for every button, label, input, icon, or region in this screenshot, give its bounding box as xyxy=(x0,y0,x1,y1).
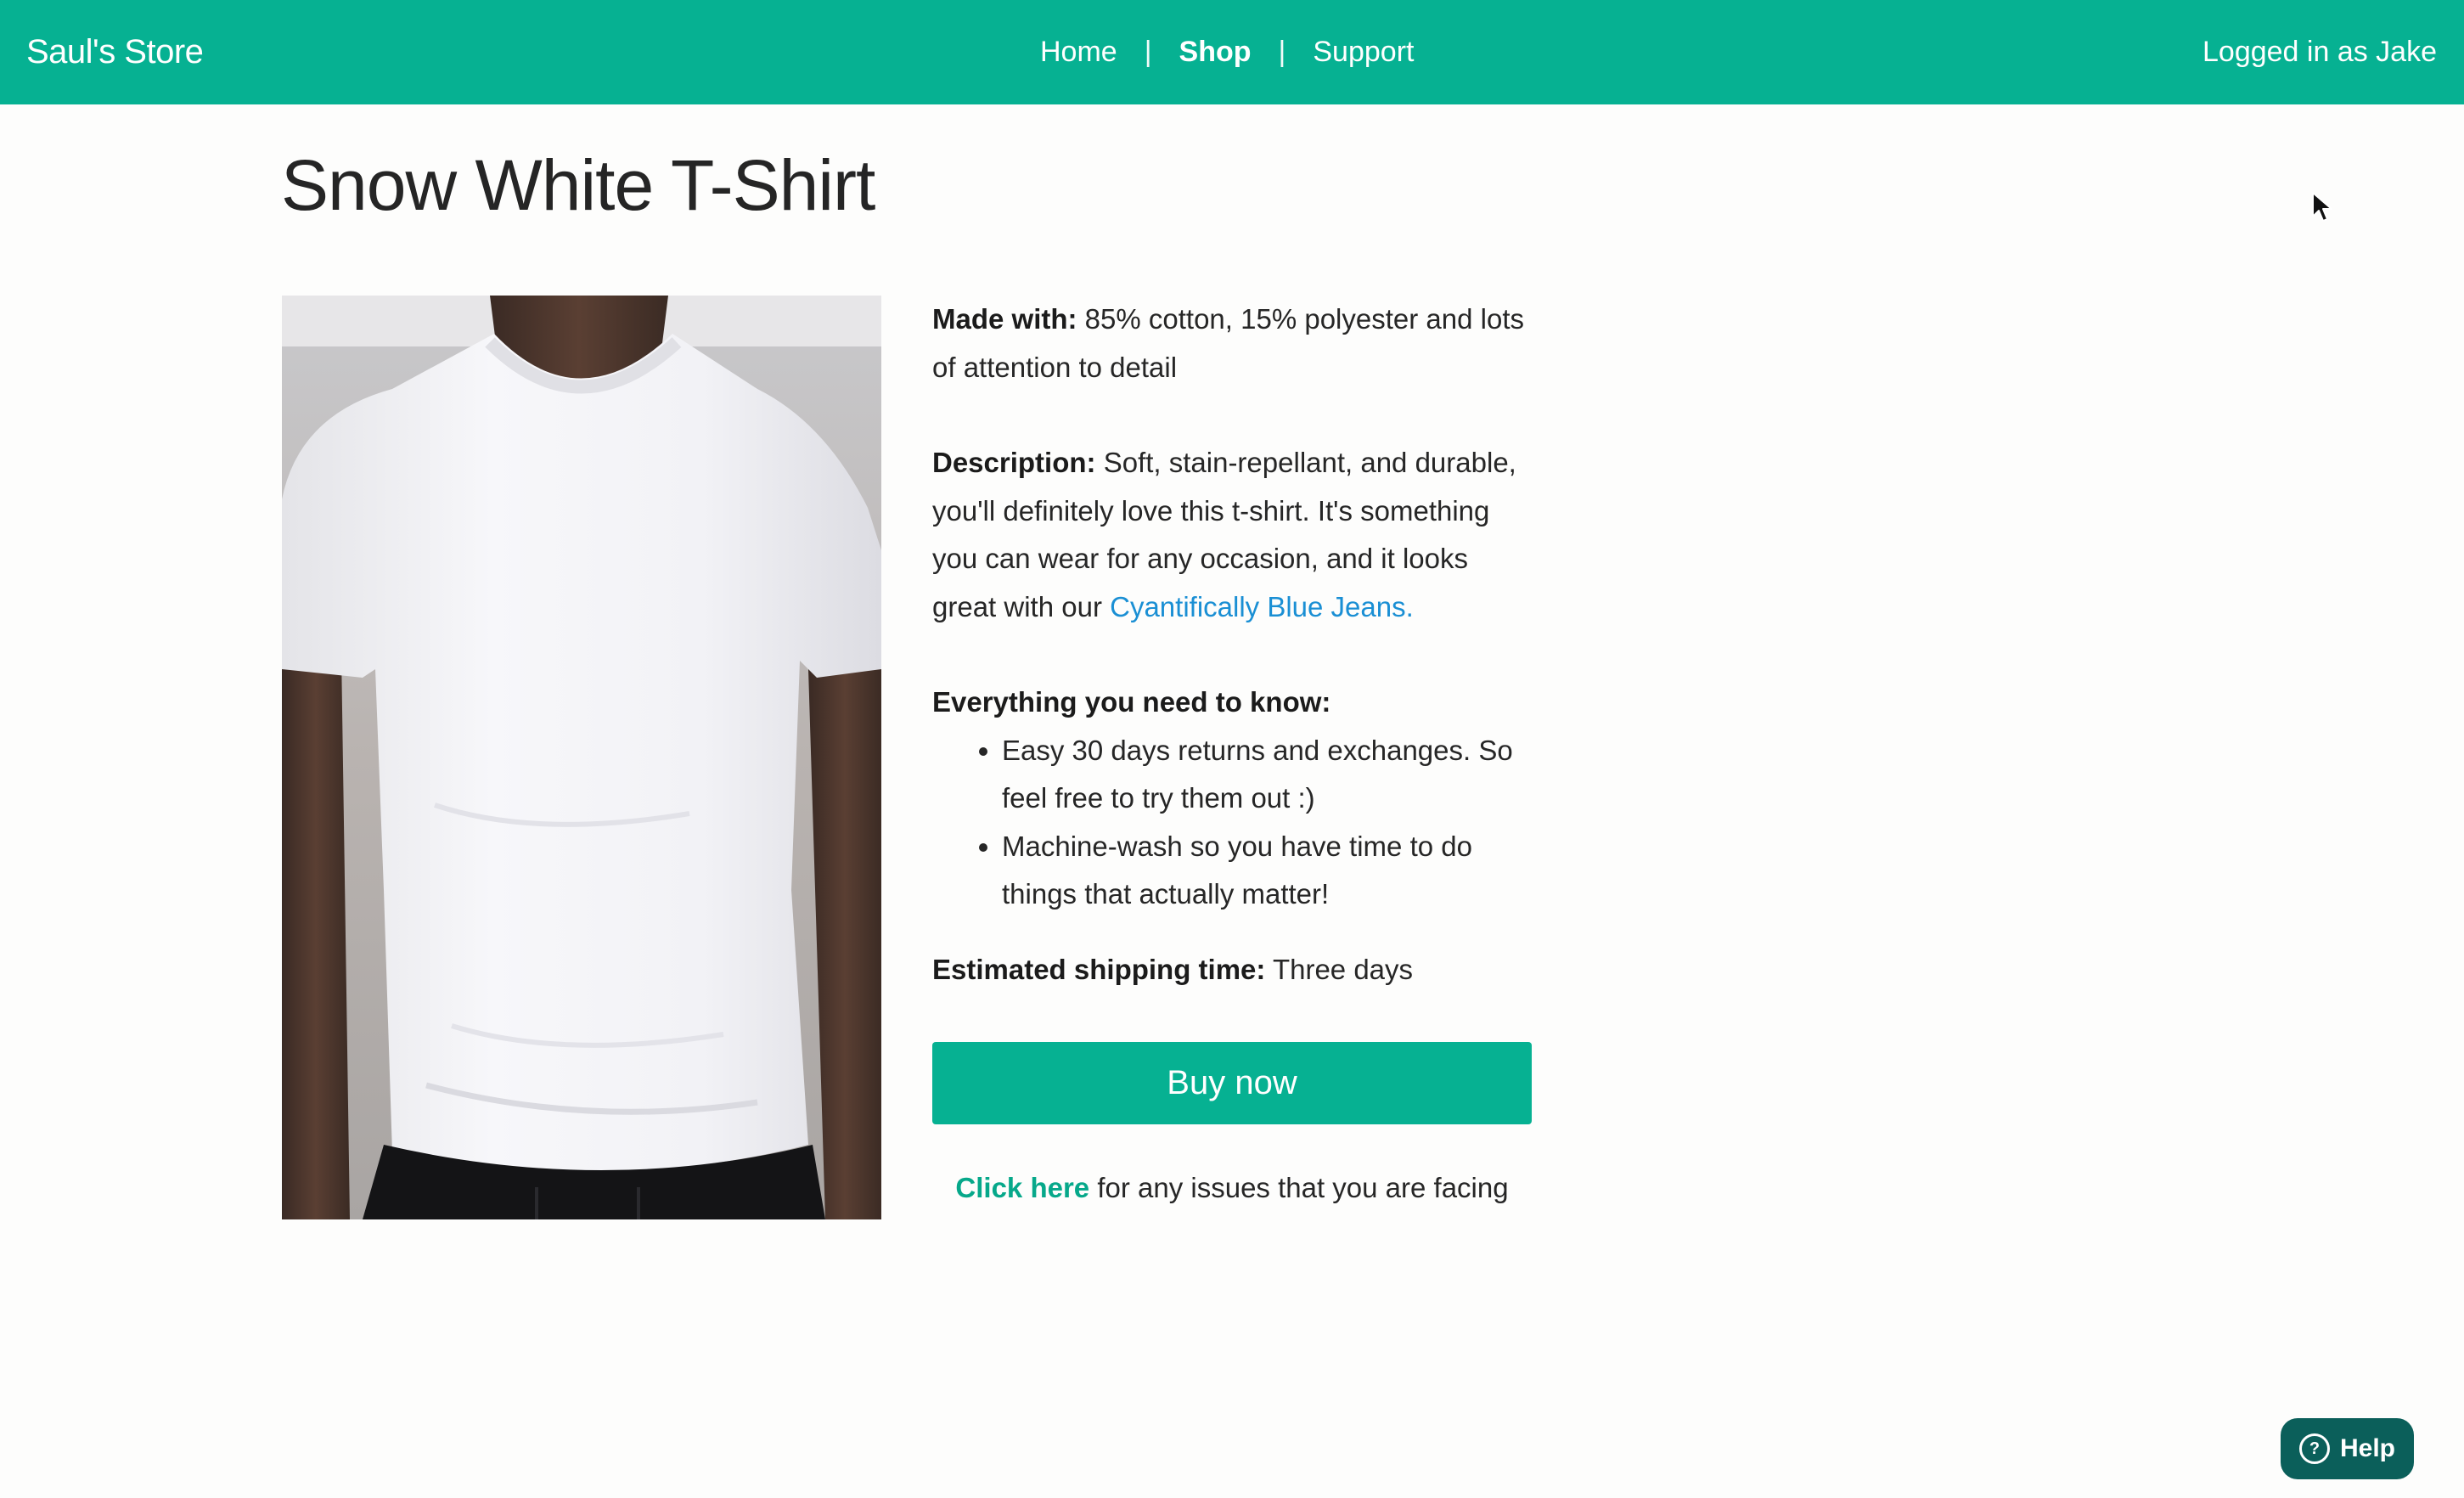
help-button[interactable]: ? Help xyxy=(2281,1418,2414,1479)
made-with-label: Made with: xyxy=(932,303,1077,335)
list-item: Machine-wash so you have time to do thin… xyxy=(1002,823,1535,919)
mouse-cursor-icon xyxy=(2311,191,2333,223)
help-label: Help xyxy=(2339,1434,2395,1462)
store-brand[interactable]: Saul's Store xyxy=(26,0,204,104)
issue-help-text: Click here for any issues that you are f… xyxy=(932,1172,1532,1204)
nav-support[interactable]: Support xyxy=(1313,36,1414,69)
click-here-link[interactable]: Click here xyxy=(955,1172,1089,1203)
buy-now-button[interactable]: Buy now xyxy=(932,1042,1532,1124)
description-label: Description: xyxy=(932,447,1096,478)
shipping-label: Estimated shipping time: xyxy=(932,953,1266,985)
shipping-paragraph: Estimated shipping time: Three days xyxy=(932,946,1535,994)
info-list: Easy 30 days returns and exchanges. So f… xyxy=(932,727,1535,919)
product-title: Snow White T-Shirt xyxy=(281,145,875,225)
jeans-link[interactable]: Cyantifically Blue Jeans. xyxy=(1110,591,1414,622)
issue-text: for any issues that you are facing xyxy=(1089,1172,1509,1203)
product-details: Made with: 85% cotton, 15% polyester and… xyxy=(932,296,1535,994)
description-paragraph: Description: Soft, stain-repellant, and … xyxy=(932,439,1535,631)
list-item: Easy 30 days returns and exchanges. So f… xyxy=(1002,727,1535,823)
user-status[interactable]: Logged in as Jake xyxy=(2202,0,2437,104)
shipping-value: Three days xyxy=(1265,953,1414,985)
nav-home[interactable]: Home xyxy=(1040,36,1117,69)
nav-shop[interactable]: Shop xyxy=(1179,36,1252,69)
main-nav: Home | Shop | Support xyxy=(1040,0,1414,104)
know-heading: Everything you need to know: xyxy=(932,686,1331,718)
made-with-paragraph: Made with: 85% cotton, 15% polyester and… xyxy=(932,296,1535,391)
question-circle-icon: ? xyxy=(2298,1433,2330,1464)
product-image xyxy=(282,296,881,1219)
nav-separator: | xyxy=(1278,36,1286,68)
top-navigation-bar: Saul's Store Home | Shop | Support Logge… xyxy=(0,0,2464,104)
nav-separator: | xyxy=(1144,36,1152,68)
